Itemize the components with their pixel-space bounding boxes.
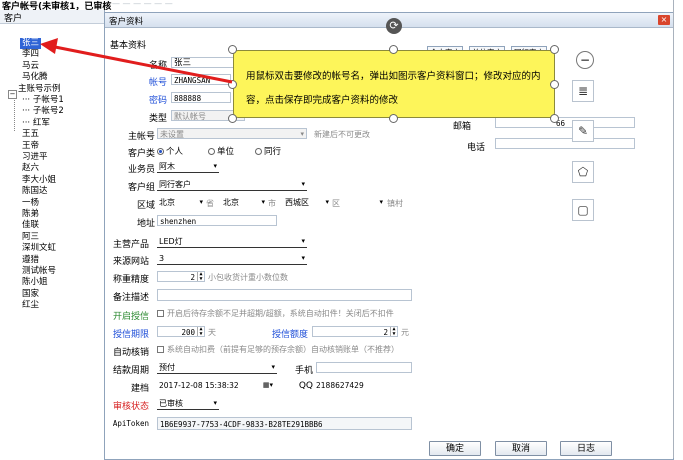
layout-icon[interactable]: ≣ — [572, 80, 594, 102]
frame-icon[interactable]: ▢ — [572, 199, 594, 221]
window-edge-divider — [673, 0, 674, 458]
arrow-line — [49, 44, 233, 84]
minus-icon[interactable]: − — [576, 51, 594, 69]
pen-icon[interactable]: ✎ — [572, 120, 594, 142]
fill-icon[interactable]: ⬠ — [572, 161, 594, 183]
red-arrow-icon — [40, 38, 233, 84]
arrow-head — [40, 38, 58, 54]
